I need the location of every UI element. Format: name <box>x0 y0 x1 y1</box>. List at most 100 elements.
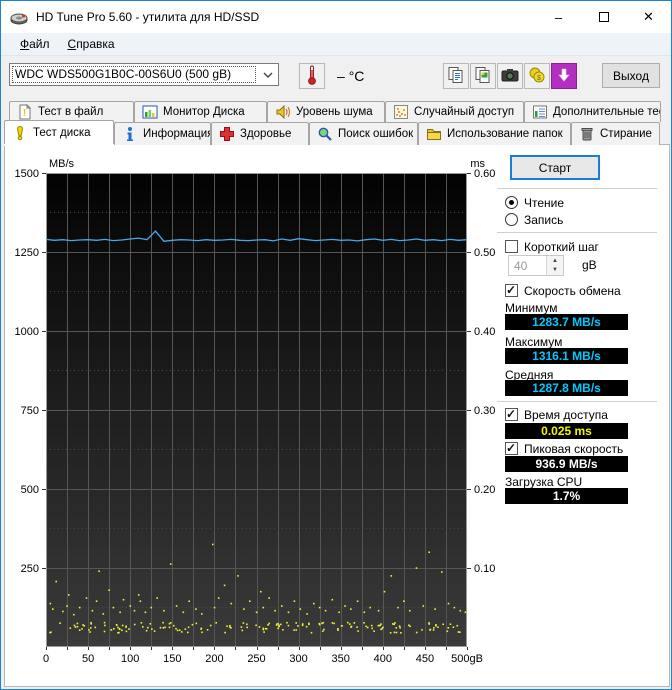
tab-info[interactable]: Информация <box>114 122 211 145</box>
tab-label: Тест в файл <box>38 106 103 118</box>
donate-button[interactable]: $ <box>524 63 550 89</box>
stepper-up-icon[interactable]: ▲ <box>547 256 563 266</box>
tab-extra-tests[interactable]: Дополнительные тесты <box>524 101 661 122</box>
speaker-icon <box>275 104 291 120</box>
transfer-rate-label: Скорость обмена <box>524 284 621 298</box>
tab-benchmark[interactable]: Тест диска <box>4 120 114 144</box>
read-radio[interactable] <box>505 196 518 209</box>
maximize-button[interactable] <box>581 1 626 33</box>
svg-text:1500: 1500 <box>15 168 39 180</box>
chevron-down-icon <box>258 64 278 85</box>
close-button[interactable]: ✕ <box>626 1 671 33</box>
svg-text:0.40: 0.40 <box>474 326 495 338</box>
app-disk-icon <box>10 9 28 25</box>
svg-text:250: 250 <box>21 563 39 575</box>
svg-text:$: $ <box>537 75 541 82</box>
svg-text:450: 450 <box>416 653 434 665</box>
close-icon: ✕ <box>643 9 654 25</box>
svg-text:500: 500 <box>21 484 39 496</box>
transfer-rate-row[interactable]: Скорость обмена <box>505 283 621 298</box>
tab-erase[interactable]: Стирание <box>571 122 660 145</box>
tab-random-access[interactable]: Случайный доступ <box>385 101 524 122</box>
svg-text:50: 50 <box>82 653 94 665</box>
svg-text:500gB: 500gB <box>451 653 483 665</box>
exit-button[interactable]: Выход <box>602 63 660 88</box>
tab-noise-level[interactable]: Уровень шума <box>267 101 385 122</box>
svg-text:400: 400 <box>374 653 392 665</box>
svg-text:0.50: 0.50 <box>474 247 495 259</box>
svg-text:300: 300 <box>289 653 307 665</box>
cpu-usage-label: Загрузка CPU <box>505 475 582 489</box>
short-stride-checkbox[interactable] <box>505 240 518 253</box>
tab-label: Информация <box>143 128 211 140</box>
thermometer-icon <box>307 65 317 88</box>
benchmark-chart: 2505007501000125015000.100.200.300.400.5… <box>5 145 500 675</box>
tab-disk-monitor[interactable]: Монитор Диска <box>134 101 267 122</box>
menu-file[interactable]: Файл <box>11 35 59 53</box>
menu-help[interactable]: Справка <box>59 35 124 53</box>
svg-text:0.10: 0.10 <box>474 563 495 575</box>
minimize-icon: – <box>555 10 562 25</box>
tab-label: Стирание <box>600 128 652 140</box>
copy-image-button[interactable] <box>470 63 496 89</box>
menubar: Файл Справка <box>1 33 671 56</box>
tab-folder-usage[interactable]: Использование папок <box>418 122 571 145</box>
tab-file-benchmark[interactable]: ! Тест в файл <box>9 101 134 122</box>
write-radio[interactable] <box>505 213 518 226</box>
burst-rate-label: Пиковая скорость <box>524 442 623 456</box>
access-time-label: Время доступа <box>524 408 608 422</box>
burst-rate-checkbox[interactable] <box>505 442 518 455</box>
maximize-icon <box>599 12 609 22</box>
stride-size-stepper[interactable]: 40 ▲ ▼ <box>508 255 564 276</box>
minimize-button[interactable]: – <box>536 1 581 33</box>
drive-select[interactable]: WDC WDS500G1B0C-00S6U0 (500 gB) <box>9 63 279 86</box>
separator <box>497 188 657 189</box>
copy-report-icon <box>447 66 465 87</box>
tab-health[interactable]: Здоровье <box>211 122 309 145</box>
cpu-usage-value: 1.7% <box>505 488 628 504</box>
minimum-label: Минимум <box>505 301 558 315</box>
magnifier-icon <box>317 126 333 142</box>
tab-label: Использование папок <box>447 128 563 140</box>
tab-label: Уровень шума <box>296 106 373 118</box>
tab-label: Дополнительные тесты <box>553 106 661 118</box>
temperature-button[interactable] <box>299 63 325 89</box>
svg-text:1000: 1000 <box>15 326 39 338</box>
separator <box>497 232 657 233</box>
svg-text:250: 250 <box>247 653 265 665</box>
access-time-value: 0.025 ms <box>505 423 628 439</box>
short-stride-row[interactable]: Короткий шаг <box>505 239 599 254</box>
health-cross-icon <box>219 126 235 142</box>
transfer-rate-checkbox[interactable] <box>505 284 518 297</box>
svg-text:100: 100 <box>121 653 139 665</box>
read-radio-label: Чтение <box>524 196 564 210</box>
maximum-value: 1316.1 MB/s <box>505 348 628 364</box>
minimum-value: 1283.7 MB/s <box>505 314 628 330</box>
write-radio-row[interactable]: Запись <box>505 212 563 227</box>
tab-label: Поиск ошибок <box>338 128 413 140</box>
save-results-button[interactable] <box>551 63 577 89</box>
window-title: HD Tune Pro 5.60 - утилита для HD/SSD <box>36 10 259 24</box>
start-button[interactable]: Старт <box>510 155 600 180</box>
read-radio-row[interactable]: Чтение <box>505 195 564 210</box>
exclamation-icon <box>12 125 28 141</box>
short-stride-label: Короткий шаг <box>524 240 599 254</box>
tab-row-secondary: ! Тест в файл Монитор Диска Уровень шума… <box>9 101 661 122</box>
average-value: 1287.8 MB/s <box>505 380 628 396</box>
copy-image-icon <box>474 66 492 87</box>
svg-text:0.30: 0.30 <box>474 405 495 417</box>
write-radio-label: Запись <box>524 213 563 227</box>
file-test-icon: ! <box>17 104 33 120</box>
access-time-row[interactable]: Время доступа <box>505 407 608 422</box>
access-time-checkbox[interactable] <box>505 408 518 421</box>
stepper-down-icon[interactable]: ▼ <box>547 266 563 276</box>
donate-icon: $ <box>528 66 546 87</box>
screenshot-button[interactable] <box>497 63 523 89</box>
separator <box>497 401 657 402</box>
tab-error-scan[interactable]: Поиск ошибок <box>309 122 418 145</box>
maximum-label: Максимум <box>505 335 562 349</box>
svg-text:750: 750 <box>21 405 39 417</box>
benchmark-page: 2505007501000125015000.100.200.300.400.5… <box>4 144 670 687</box>
copy-text-button[interactable] <box>443 63 469 89</box>
burst-rate-row[interactable]: Пиковая скорость <box>505 441 623 456</box>
